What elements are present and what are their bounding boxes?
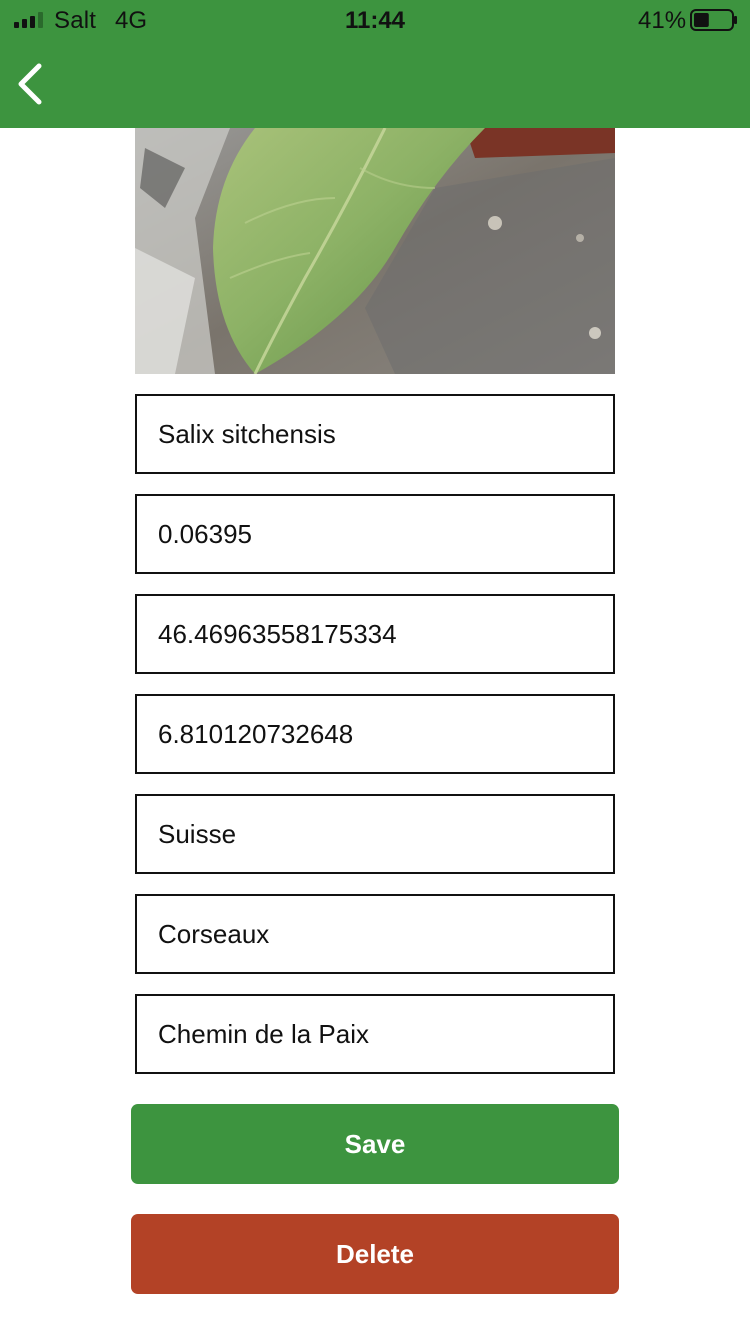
leaf-photo (135, 128, 615, 374)
app-header: Salt 4G 11:44 41% (0, 0, 750, 128)
street-field[interactable] (135, 994, 615, 1074)
delete-button[interactable]: Delete (131, 1214, 619, 1294)
battery-percent: 41% (638, 7, 687, 34)
status-bar: Salt 4G 11:44 41% (0, 0, 750, 42)
leaf-image (135, 128, 615, 374)
city-field[interactable] (135, 894, 615, 974)
chevron-left-icon[interactable] (12, 60, 52, 108)
save-button[interactable]: Save (131, 1104, 619, 1184)
country-field[interactable] (135, 794, 615, 874)
latitude-field[interactable] (135, 594, 615, 674)
score-field[interactable] (135, 494, 615, 574)
battery-icon (690, 9, 737, 31)
longitude-field[interactable] (135, 694, 615, 774)
species-field[interactable] (135, 394, 615, 474)
